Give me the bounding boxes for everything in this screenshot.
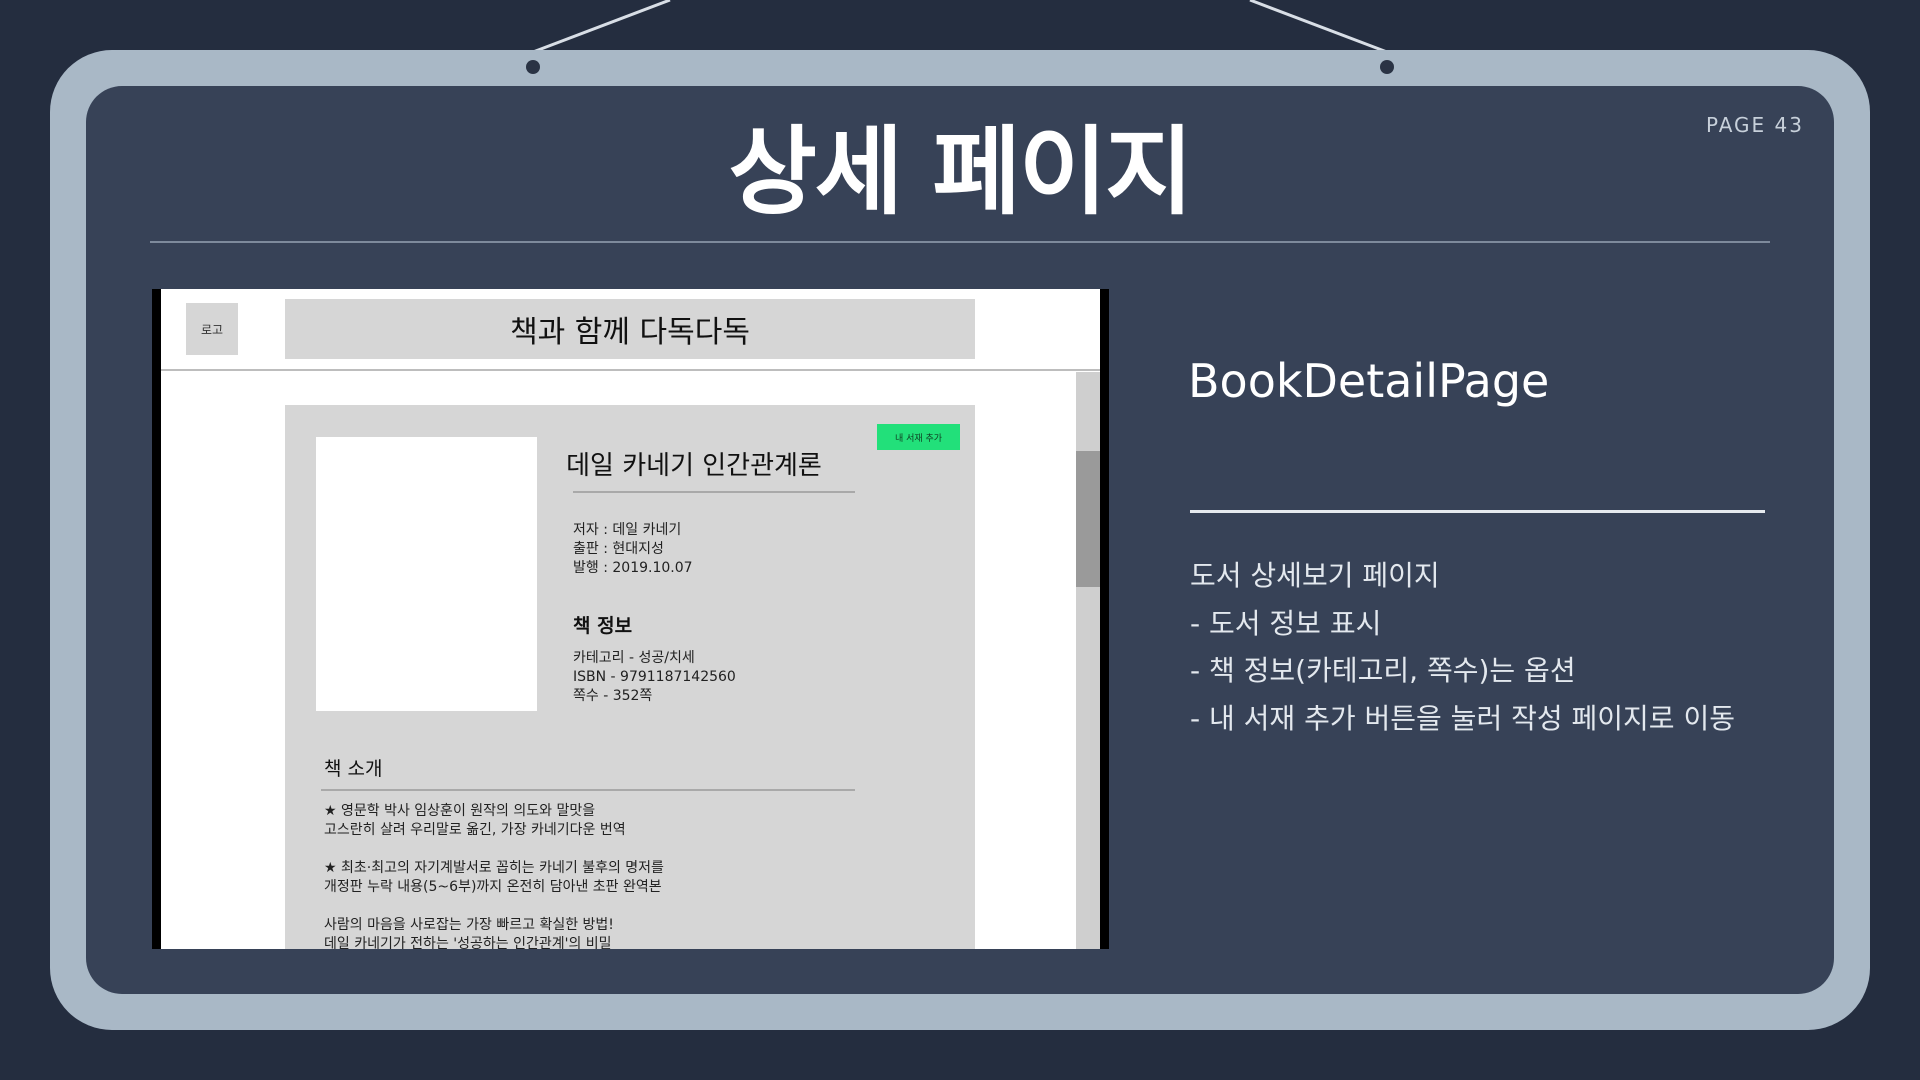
description-list: 도서 상세보기 페이지 - 도서 정보 표시 - 책 정보(카테고리, 쪽수)는… [1190,552,1735,742]
description-line: 도서 상세보기 페이지 [1190,559,1440,592]
intro-line: 데일 카네기가 전하는 '성공하는 인간관계'의 비밀 [324,936,612,949]
logo[interactable]: 로고 [186,303,238,355]
book-title-divider [573,491,855,493]
book-isbn: ISBN - 9791187142560 [573,669,736,685]
book-detail-card: 내 서재 추가 데일 카네기 인간관계론 저자 : 데일 카네기 출판 : 현대… [285,405,975,949]
book-author: 저자 : 데일 카네기 [573,522,682,538]
intro-line: ★ 최초·최고의 자기계발서로 꼽히는 카네기 불후의 명저를 [324,860,664,876]
site-header: 책과 함께 다독다독 [285,299,975,359]
add-to-library-button[interactable]: 내 서재 추가 [877,424,960,450]
book-info-heading: 책 정보 [573,615,633,637]
description-divider [1190,510,1765,513]
intro-line: 사람의 마음을 사로잡는 가장 빠르고 확실한 방법! [324,917,614,933]
intro-line: 개정판 누락 내용(5~6부)까지 온전히 담아낸 초판 완역본 [324,879,662,895]
hanging-pin-right [1380,60,1394,74]
book-published-date: 발행 : 2019.10.07 [573,560,693,576]
book-category: 카테고리 - 성공/치세 [573,650,695,666]
book-pages: 쪽수 - 352쪽 [573,688,653,704]
book-intro-heading: 책 소개 [324,758,383,780]
component-name: BookDetailPage [1188,354,1550,408]
book-intro-divider [321,789,855,791]
header-divider [161,369,1100,371]
hanging-pin-left [526,60,540,74]
book-cover-image [316,437,537,711]
book-meta: 저자 : 데일 카네기 출판 : 현대지성 발행 : 2019.10.07 [573,521,693,578]
intro-line: ★ 영문학 박사 임상훈이 원작의 의도와 말맛을 [324,803,596,819]
intro-line: 고스란히 살려 우리말로 옮긴, 가장 카네기다운 번역 [324,822,626,838]
page-mockup-screenshot: 로고 책과 함께 다독다독 내 서재 추가 데일 카네기 인간관계론 저자 : … [152,289,1109,949]
description-line: - 책 정보(카테고리, 쪽수)는 옵션 [1190,654,1576,687]
book-intro-text: ★ 영문학 박사 임상훈이 원작의 의도와 말맛을고스란히 살려 우리말로 옮긴… [324,802,664,949]
book-info: 카테고리 - 성공/치세 ISBN - 9791187142560 쪽수 - 3… [573,649,736,706]
description-line: - 도서 정보 표시 [1190,606,1382,640]
book-title: 데일 카네기 인간관계론 [566,451,822,481]
slide-title: 상세 페이지 [728,116,1193,228]
scrollbar-thumb[interactable] [1076,451,1100,587]
title-divider [150,241,1770,243]
book-publisher: 출판 : 현대지성 [573,541,664,557]
description-line: - 내 서재 추가 버튼을 눌러 작성 페이지로 이동 [1190,701,1735,735]
